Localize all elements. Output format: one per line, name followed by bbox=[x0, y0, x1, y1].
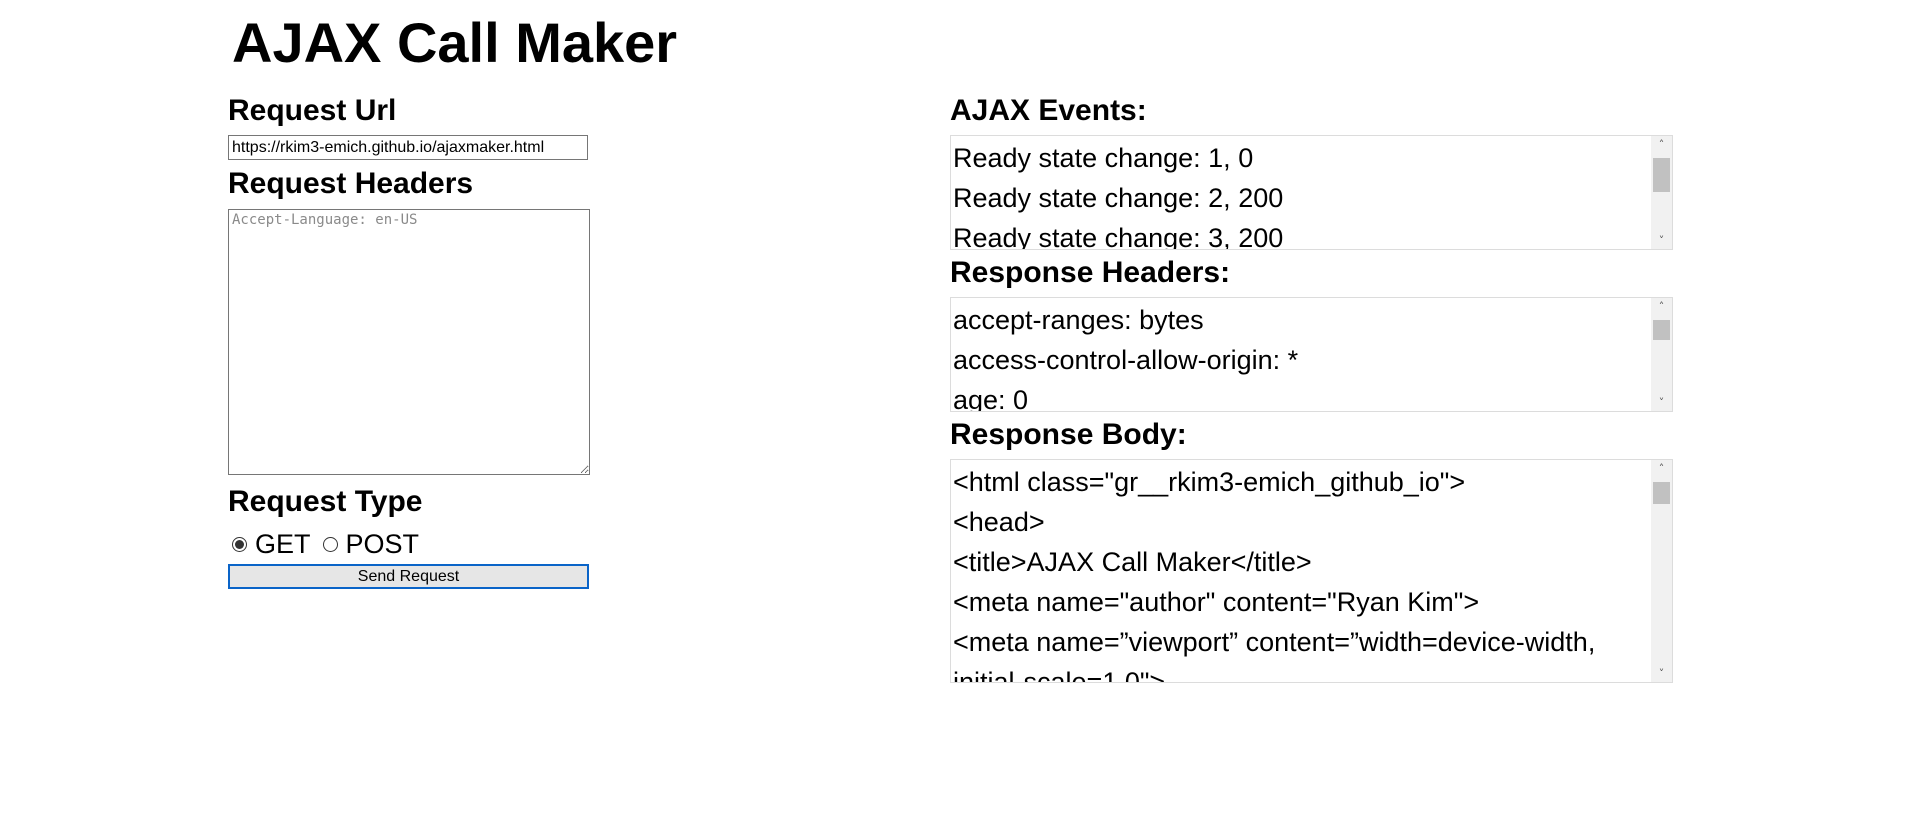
chevron-up-icon[interactable]: ˄ bbox=[1651, 136, 1672, 153]
chevron-down-icon[interactable]: ˅ bbox=[1651, 665, 1672, 682]
header-line: accept-ranges: bytes bbox=[953, 305, 1204, 335]
request-url-input[interactable] bbox=[228, 135, 588, 160]
body-line: initial-scale=1.0"> bbox=[953, 667, 1166, 683]
scrollbar-thumb[interactable] bbox=[1653, 158, 1670, 192]
header-line: access-control-allow-origin: * bbox=[953, 345, 1299, 375]
get-radio[interactable] bbox=[232, 536, 247, 552]
event-line: Ready state change: 3, 200 bbox=[953, 223, 1284, 250]
response-headers-label: Response Headers: bbox=[950, 256, 1231, 289]
page-title: AJAX Call Maker bbox=[232, 11, 678, 74]
response-body-box[interactable]: <html class="gr__rkim3-emich_github_io">… bbox=[950, 459, 1673, 683]
chevron-down-icon[interactable]: ˅ bbox=[1651, 232, 1672, 249]
send-request-button[interactable]: Send Request bbox=[228, 564, 589, 589]
event-line: Ready state change: 2, 200 bbox=[953, 183, 1284, 213]
body-line: <meta name="author" content="Ryan Kim"> bbox=[953, 587, 1480, 617]
request-url-label: Request Url bbox=[228, 94, 397, 127]
response-headers-content: accept-ranges: bytes access-control-allo… bbox=[953, 300, 1650, 412]
page: AJAX Call Maker Request Url Request Head… bbox=[0, 0, 1907, 819]
response-body-scrollbar[interactable]: ˄ ˅ bbox=[1651, 460, 1672, 682]
body-line: <html class="gr__rkim3-emich_github_io"> bbox=[953, 467, 1466, 497]
scrollbar-thumb[interactable] bbox=[1653, 482, 1670, 504]
response-body-label: Response Body: bbox=[950, 418, 1187, 451]
post-radio-label[interactable]: POST bbox=[346, 529, 420, 560]
ajax-events-scrollbar[interactable]: ˄ ˅ bbox=[1651, 136, 1672, 249]
ajax-events-content: Ready state change: 1, 0 Ready state cha… bbox=[953, 138, 1650, 250]
chevron-up-icon[interactable]: ˄ bbox=[1651, 298, 1672, 315]
ajax-events-label: AJAX Events: bbox=[950, 94, 1147, 127]
event-line: Ready state change: 1, 0 bbox=[953, 143, 1254, 173]
request-headers-label: Request Headers bbox=[228, 167, 474, 200]
response-headers-box[interactable]: accept-ranges: bytes access-control-allo… bbox=[950, 297, 1673, 412]
body-line: <meta name=”viewport” content=”width=dev… bbox=[953, 627, 1596, 657]
post-radio[interactable] bbox=[322, 536, 338, 552]
body-line: <head> bbox=[953, 507, 1045, 537]
response-headers-scrollbar[interactable]: ˄ ˅ bbox=[1651, 298, 1672, 411]
request-headers-textarea[interactable] bbox=[228, 209, 590, 475]
request-type-label: Request Type bbox=[228, 485, 423, 518]
get-radio-label[interactable]: GET bbox=[255, 529, 311, 560]
header-line: age: 0 bbox=[953, 385, 1029, 412]
chevron-down-icon[interactable]: ˅ bbox=[1651, 394, 1672, 411]
scrollbar-thumb[interactable] bbox=[1653, 320, 1670, 340]
request-type-group: GET POST bbox=[232, 528, 431, 560]
ajax-events-box[interactable]: Ready state change: 1, 0 Ready state cha… bbox=[950, 135, 1673, 250]
chevron-up-icon[interactable]: ˄ bbox=[1651, 460, 1672, 477]
response-body-content: <html class="gr__rkim3-emich_github_io">… bbox=[953, 462, 1650, 683]
body-line: <title>AJAX Call Maker</title> bbox=[953, 547, 1312, 577]
